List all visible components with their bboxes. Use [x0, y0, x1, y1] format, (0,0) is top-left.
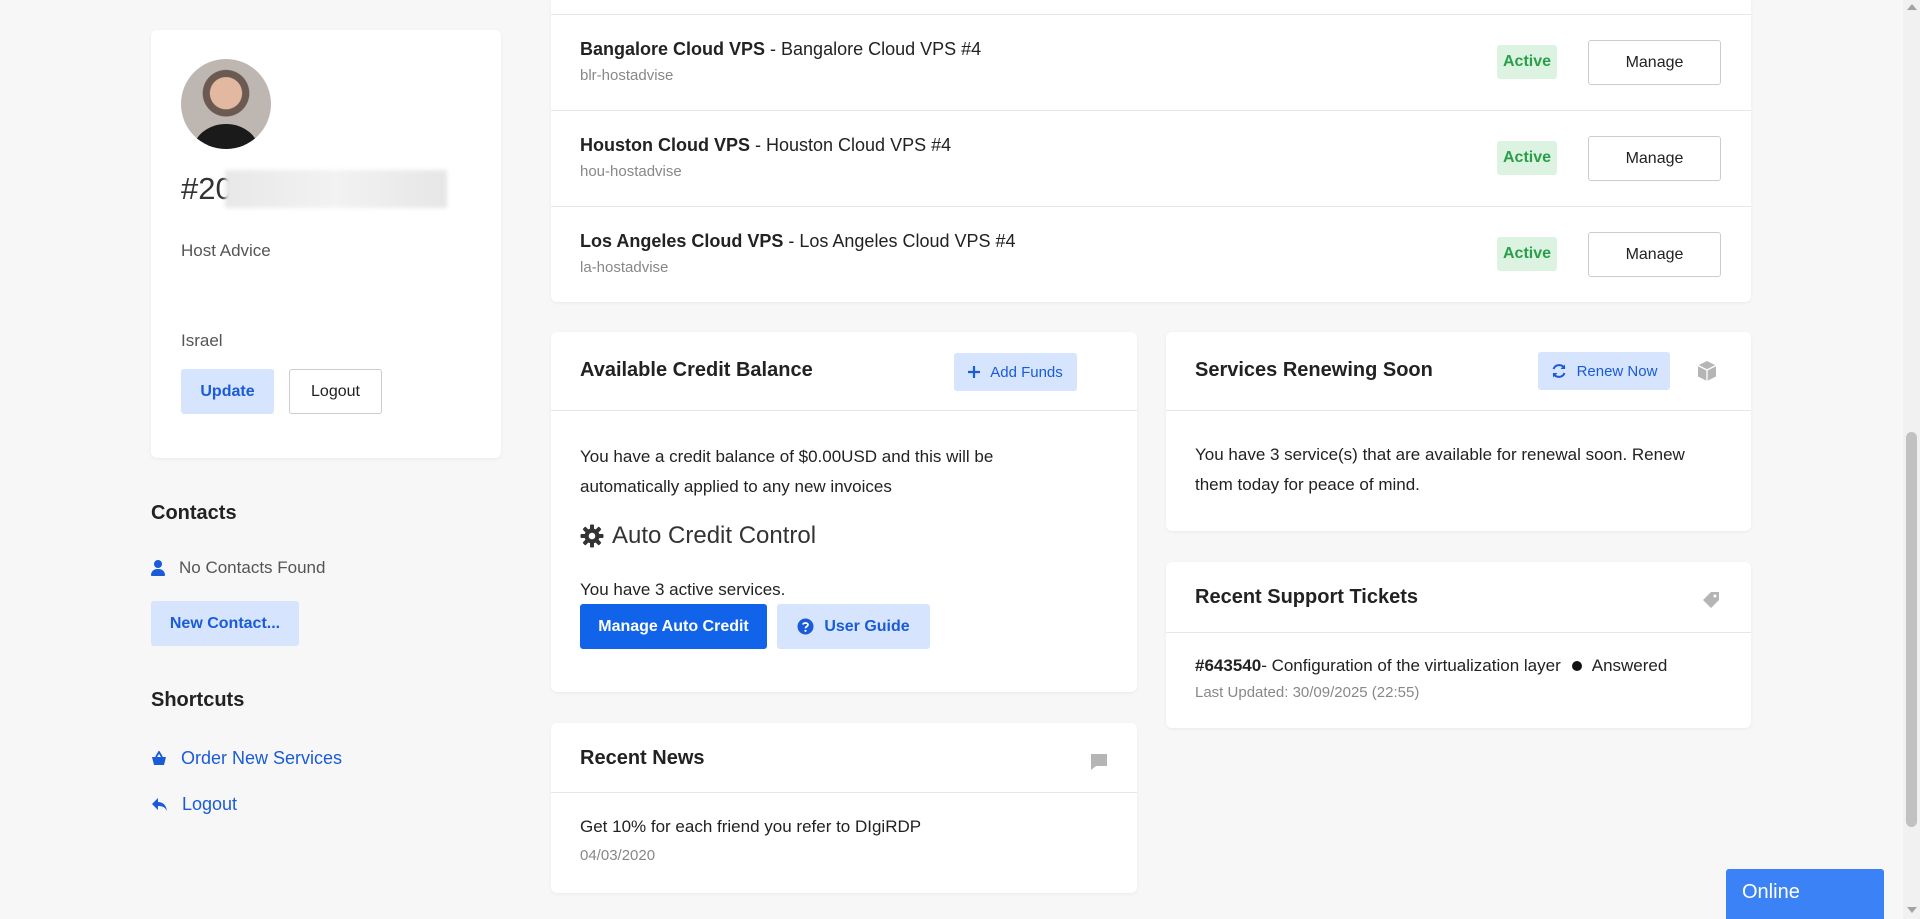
shortcut-label[interactable]: Order New Services	[181, 748, 342, 769]
user-guide-label: User Guide	[824, 617, 910, 635]
shortcut-label[interactable]: Logout	[182, 794, 237, 815]
scrollbar-thumb[interactable]	[1906, 432, 1917, 827]
status-badge: Active	[1497, 237, 1557, 271]
status-dot-icon	[1571, 661, 1582, 671]
tag-icon	[1703, 592, 1719, 608]
contacts-title: Contacts	[151, 502, 237, 524]
avatar	[181, 59, 271, 149]
services-renewing-panel: Services Renewing Soon Renew Now You hav…	[1166, 332, 1751, 531]
update-button[interactable]: Update	[181, 369, 274, 414]
ticket-status: Answered	[1591, 656, 1668, 675]
recent-news-panel: Recent News Get 10% for each friend you …	[551, 723, 1137, 893]
basket-icon	[152, 751, 166, 765]
plus-icon	[968, 366, 981, 378]
panel-title: Recent News	[580, 747, 705, 769]
shortcut-order-new-services[interactable]: Order New Services	[151, 748, 342, 769]
service-row[interactable]: Houston Cloud VPS - Houston Cloud VPS #4…	[551, 110, 1751, 206]
company-name: Host Advice	[181, 241, 271, 260]
renew-text: You have 3 service(s) that are available…	[1195, 445, 1685, 494]
live-chat-button[interactable]: Online	[1726, 869, 1884, 919]
service-row[interactable]: Bangalore Cloud VPS - Bangalore Cloud VP…	[551, 14, 1751, 110]
service-name: Houston Cloud VPS - Houston Cloud VPS #4	[580, 135, 952, 155]
manage-button[interactable]: Manage	[1588, 40, 1721, 85]
auto-credit-title: Auto Credit Control	[580, 522, 816, 550]
country-name: Israel	[181, 331, 223, 350]
ticket-updated: Last Updated: 30/09/2025 (22:55)	[1195, 684, 1420, 701]
manage-auto-credit-button[interactable]: Manage Auto Credit	[580, 604, 767, 649]
auto-credit-title-text: Auto Credit Control	[612, 522, 817, 549]
user-guide-button[interactable]: User Guide	[777, 604, 930, 649]
service-domain: blr-hostadvise	[580, 67, 674, 84]
user-icon	[151, 560, 165, 576]
add-funds-button[interactable]: Add Funds	[954, 353, 1077, 391]
service-domain: hou-hostadvise	[580, 163, 682, 180]
news-date: 04/03/2020	[580, 847, 656, 864]
add-funds-label: Add Funds	[990, 363, 1063, 381]
panel-title: Available Credit Balance	[580, 359, 813, 381]
client-id: #20	[181, 170, 471, 209]
service-name: Los Angeles Cloud VPS - Los Angeles Clou…	[580, 231, 1016, 251]
manage-button[interactable]: Manage	[1588, 232, 1721, 277]
credit-balance-panel: Available Credit Balance Add Funds You h…	[551, 332, 1137, 692]
sync-icon	[1552, 364, 1565, 378]
manage-button[interactable]: Manage	[1588, 136, 1721, 181]
ticket-id: #643540	[1195, 656, 1262, 675]
new-contact-button[interactable]: New Contact...	[151, 601, 299, 646]
shortcuts-title: Shortcuts	[151, 689, 245, 711]
contacts-empty: No Contacts Found	[151, 558, 325, 578]
page-scrollbar[interactable]	[1903, 0, 1920, 919]
recent-support-tickets-panel: Recent Support Tickets #643540 - Configu…	[1166, 562, 1751, 728]
news-headline[interactable]: Get 10% for each friend you refer to DIg…	[580, 817, 921, 837]
service-name: Bangalore Cloud VPS - Bangalore Cloud VP…	[580, 39, 982, 59]
active-services-text: You have 3 active services.	[580, 580, 786, 599]
comment-icon	[1091, 754, 1107, 770]
cube-icon	[1697, 361, 1717, 381]
reply-icon	[152, 798, 167, 811]
renew-now-label: Renew Now	[1576, 362, 1658, 380]
scroll-down-icon[interactable]	[1907, 907, 1917, 913]
scroll-up-icon[interactable]	[1907, 4, 1917, 10]
ticket-item[interactable]: #643540 - Configuration of the virtualiz…	[1195, 656, 1667, 676]
active-services-list: Bangalore Cloud VPS - Bangalore Cloud VP…	[551, 0, 1751, 302]
credit-text: You have a credit balance of $0.00USD an…	[580, 447, 994, 496]
redacted-blur	[225, 170, 447, 208]
panel-title: Services Renewing Soon	[1195, 359, 1433, 381]
renew-now-button[interactable]: Renew Now	[1538, 352, 1670, 390]
service-row[interactable]: Los Angeles Cloud VPS - Los Angeles Clou…	[551, 206, 1751, 302]
question-circle-icon	[797, 618, 814, 635]
shortcut-logout[interactable]: Logout	[151, 794, 237, 815]
logout-button[interactable]: Logout	[289, 369, 382, 414]
gear-icon	[580, 524, 604, 548]
ticket-subject: - Configuration of the virtualization la…	[1261, 656, 1561, 675]
client-profile-card: #20 Host Advice Israel Update Logout	[151, 30, 501, 458]
service-domain: la-hostadvise	[580, 259, 669, 276]
no-contacts-text: No Contacts Found	[179, 558, 326, 577]
panel-title: Recent Support Tickets	[1195, 586, 1419, 608]
status-badge: Active	[1497, 45, 1557, 79]
status-badge: Active	[1497, 141, 1557, 175]
